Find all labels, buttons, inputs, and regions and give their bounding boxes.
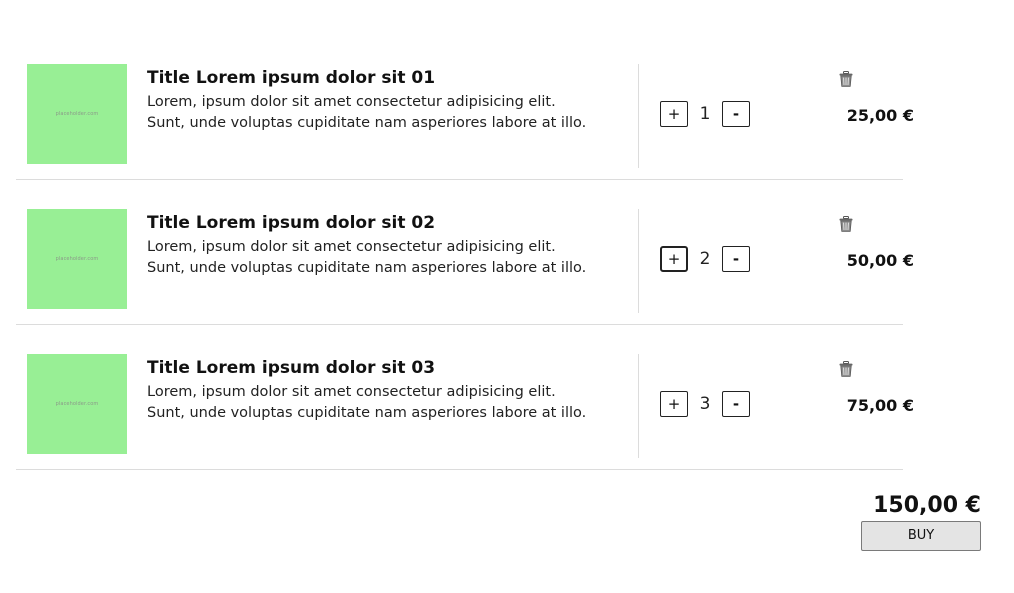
product-title: Title Lorem ipsum dolor sit 02 bbox=[147, 213, 436, 233]
shopping-cart: placeholder.com Title Lorem ipsum dolor … bbox=[0, 0, 1014, 593]
trash-icon[interactable] bbox=[839, 361, 853, 377]
product-description: Lorem, ipsum dolor sit amet consectetur … bbox=[147, 94, 587, 131]
item-divider bbox=[638, 64, 639, 168]
item-divider bbox=[638, 209, 639, 313]
cart-item: placeholder.com Title Lorem ipsum dolor … bbox=[16, 64, 914, 180]
increase-quantity-button[interactable]: + bbox=[660, 101, 688, 127]
decrease-quantity-button[interactable]: - bbox=[722, 391, 750, 417]
quantity-value: 1 bbox=[699, 104, 711, 124]
product-description: Lorem, ipsum dolor sit amet consectetur … bbox=[147, 239, 587, 276]
buy-button[interactable]: BUY bbox=[861, 521, 981, 551]
trash-icon[interactable] bbox=[839, 71, 853, 87]
increase-quantity-button[interactable]: + bbox=[660, 391, 688, 417]
cart-item: placeholder.com Title Lorem ipsum dolor … bbox=[16, 354, 914, 470]
image-placeholder-text: placeholder.com bbox=[55, 256, 99, 262]
item-price: 75,00 € bbox=[846, 396, 914, 415]
product-title: Title Lorem ipsum dolor sit 03 bbox=[147, 358, 436, 378]
quantity-value: 3 bbox=[699, 394, 711, 414]
item-price: 25,00 € bbox=[846, 106, 914, 125]
increase-quantity-button[interactable]: + bbox=[660, 246, 688, 272]
image-placeholder-text: placeholder.com bbox=[55, 401, 99, 407]
quantity-value: 2 bbox=[699, 249, 711, 269]
cart-total: 150,00 € bbox=[873, 493, 981, 518]
item-price: 50,00 € bbox=[846, 251, 914, 270]
item-divider bbox=[638, 354, 639, 458]
cart-item: placeholder.com Title Lorem ipsum dolor … bbox=[16, 209, 914, 325]
product-description: Lorem, ipsum dolor sit amet consectetur … bbox=[147, 384, 587, 421]
product-image: placeholder.com bbox=[27, 354, 127, 454]
image-placeholder-text: placeholder.com bbox=[55, 111, 99, 117]
product-image: placeholder.com bbox=[27, 64, 127, 164]
decrease-quantity-button[interactable]: - bbox=[722, 101, 750, 127]
decrease-quantity-button[interactable]: - bbox=[722, 246, 750, 272]
product-image: placeholder.com bbox=[27, 209, 127, 309]
product-title: Title Lorem ipsum dolor sit 01 bbox=[147, 68, 436, 88]
trash-icon[interactable] bbox=[839, 216, 853, 232]
